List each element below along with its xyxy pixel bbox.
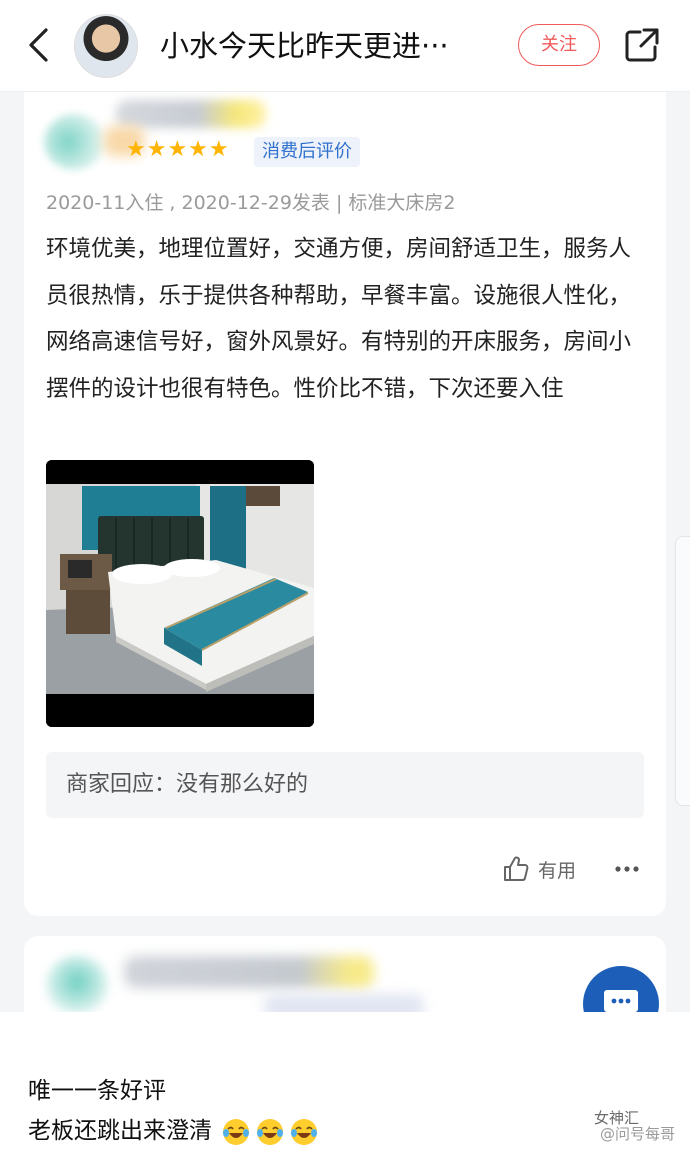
caption-line-1: 唯一一条好评 xyxy=(28,1078,166,1104)
rating-stars: ★★★★★ xyxy=(126,137,230,162)
caption-line-2-text: 老板还跳出来澄清 xyxy=(28,1118,212,1144)
top-nav-bar: 小水今天比昨天更进··· 关注 xyxy=(0,0,690,92)
caption-line-2: 老板还跳出来澄清 xyxy=(28,1114,319,1148)
useful-label: 有用 xyxy=(538,859,577,882)
reviewer-name-blurred-2 xyxy=(124,956,374,988)
laughing-emoji-group xyxy=(221,1117,319,1147)
reviewer-name-blurred xyxy=(116,100,266,128)
consumption-tag: 消费后评价 xyxy=(254,137,360,167)
author-avatar[interactable] xyxy=(74,14,138,78)
hotel-room-photo xyxy=(46,460,314,727)
reviewer-avatar-2 xyxy=(46,956,108,1014)
review-card: ★★★★★ 消费后评价 2020-11入住 , 2020-12-29发表 | 标… xyxy=(24,92,666,916)
useful-button[interactable]: 有用 xyxy=(502,852,576,886)
share-icon xyxy=(625,28,659,62)
review-body: 环境优美，地理位置好，交通方便，房间舒适卫生，服务人员很热情，乐于提供各种帮助，… xyxy=(46,236,632,402)
back-button[interactable] xyxy=(18,22,58,68)
thumbs-up-icon xyxy=(504,856,529,881)
more-options-button[interactable] xyxy=(612,854,642,884)
review-meta: 2020-11入住 , 2020-12-29发表 | 标准大床房2 xyxy=(46,192,456,214)
more-dots-icon xyxy=(615,866,639,872)
post-caption: 唯一一条好评 老板还跳出来澄清 xyxy=(0,1012,690,1151)
watermark-handle: @问号每哥 xyxy=(600,1125,676,1143)
share-button[interactable] xyxy=(620,22,664,68)
reviewer-avatar xyxy=(44,114,104,170)
chevron-left-icon xyxy=(29,28,48,62)
follow-button[interactable]: 关注 xyxy=(518,24,600,66)
page-title: 小水今天比昨天更进··· xyxy=(160,29,449,63)
laughing-tears-icon xyxy=(257,1118,284,1145)
scroll-indicator[interactable] xyxy=(675,536,690,806)
laughing-tears-icon xyxy=(291,1118,318,1145)
review-photo[interactable] xyxy=(46,460,314,727)
laughing-tears-icon xyxy=(223,1118,250,1145)
merchant-reply: 商家回应：没有那么好的 xyxy=(46,752,644,818)
